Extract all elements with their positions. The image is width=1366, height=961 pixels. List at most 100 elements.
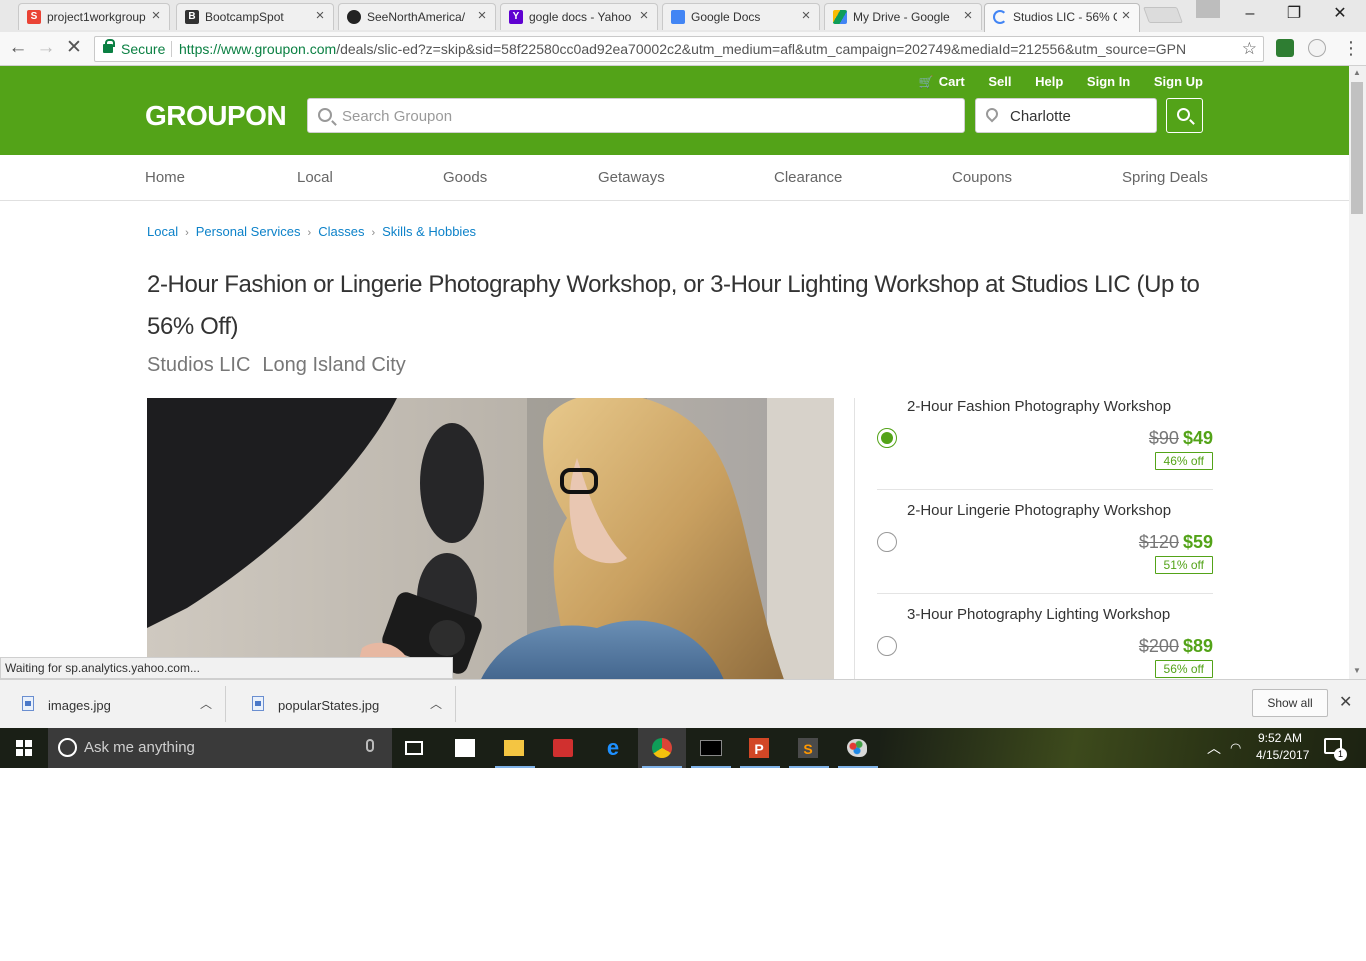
scroll-up-icon[interactable]: ▲ [1353,68,1361,77]
browser-tab[interactable]: My Drive - Google × [824,3,982,30]
search-box[interactable] [307,98,965,133]
breadcrumb-link[interactable]: Classes [318,224,364,239]
task-view-button[interactable] [392,728,440,768]
option-price: $90 $49 [1149,428,1213,449]
taskbar-terminal[interactable] [687,728,735,768]
close-tab-icon[interactable]: × [637,7,651,25]
restore-window-icon[interactable]: ❐ [1272,2,1316,26]
profile-icon[interactable] [1196,0,1220,18]
browser-tab[interactable]: Y gogle docs - Yahoo × [500,3,658,30]
new-tab-button[interactable] [1143,7,1183,23]
location-box[interactable] [975,98,1157,133]
deal-photo[interactable] [147,398,834,679]
option-radio[interactable] [877,636,897,656]
nav-spring-deals[interactable]: Spring Deals [1122,169,1208,186]
browser-tab[interactable]: SeeNorthAmerica/ × [338,3,496,30]
powerpoint-icon: P [749,738,769,758]
address-bar[interactable]: Secure https://www.groupon.com/deals/sli… [94,36,1264,62]
close-tab-icon[interactable]: × [149,7,163,25]
option-radio[interactable] [877,532,897,552]
cart-link[interactable]: Cart [939,74,965,89]
chevron-right-icon: › [307,227,312,239]
close-tab-icon[interactable]: × [799,7,813,25]
taskbar-edge[interactable]: e [589,728,637,768]
show-all-button[interactable]: Show all [1252,689,1328,717]
tab-title: Studios LIC - 56% O [1013,10,1117,24]
close-tab-icon[interactable]: × [313,7,327,25]
tab-title: gogle docs - Yahoo [529,10,632,24]
nav-home[interactable]: Home [145,169,185,186]
wifi-icon[interactable]: ◠ [1230,740,1241,756]
option-radio-selected[interactable] [877,428,897,448]
merchant-location[interactable]: Long Island City [262,354,405,376]
browser-tab[interactable]: B BootcampSpot × [176,3,334,30]
deal-option[interactable]: 2-Hour Lingerie Photography Workshop $12… [877,502,1213,606]
back-arrow-icon[interactable]: ← [6,37,30,61]
nav-coupons[interactable]: Coupons [952,169,1012,186]
groupon-logo[interactable]: GROUPON [145,100,287,132]
chrome-menu-icon[interactable]: ⋮ [1342,38,1360,58]
cart-icon[interactable]: 🛒 [919,75,934,89]
forward-arrow-icon[interactable]: → [34,37,58,61]
taskbar-file-explorer[interactable] [491,728,539,768]
location-input[interactable] [1010,105,1150,127]
stop-loading-icon[interactable]: ✕ [62,37,86,61]
nav-getaways[interactable]: Getaways [598,169,665,186]
extension-icon[interactable] [1276,39,1294,57]
clock-date[interactable]: 4/15/2017 [1256,748,1309,762]
sign-in-link[interactable]: Sign In [1087,74,1130,89]
chevron-up-icon[interactable]: ︿ [200,695,212,712]
taskbar-reader[interactable] [540,728,588,768]
help-link[interactable]: Help [1035,74,1063,89]
option-title: 2-Hour Lingerie Photography Workshop [907,502,1172,519]
breadcrumb-link[interactable]: Skills & Hobbies [382,224,476,239]
download-item[interactable]: images.jpg ︿ [0,686,226,722]
merchant-name[interactable]: Studios LIC [147,354,250,376]
start-button[interactable] [0,728,48,768]
scroll-down-icon[interactable]: ▼ [1353,666,1361,675]
close-tab-icon[interactable]: × [1119,7,1133,25]
nav-clearance[interactable]: Clearance [774,169,842,186]
breadcrumb-link[interactable]: Local [147,224,178,239]
download-item[interactable]: popularStates.jpg ︿ [230,686,456,722]
groupon-header: 🛒 Cart Sell Help Sign In Sign Up GROUPON [0,66,1349,155]
breadcrumb-link[interactable]: Personal Services [196,224,301,239]
nav-goods[interactable]: Goods [443,169,487,186]
taskbar-sublime[interactable]: S [785,728,833,768]
sell-link[interactable]: Sell [988,74,1011,89]
taskbar-paint[interactable] [834,728,882,768]
taskbar-store[interactable] [442,728,490,768]
search-input[interactable] [342,105,942,127]
taskbar-powerpoint[interactable]: P [736,728,784,768]
chevron-up-icon[interactable]: ︿ [1207,738,1221,758]
extension-icon[interactable] [1308,39,1326,57]
browser-tab[interactable]: Google Docs × [662,3,820,30]
microphone-icon[interactable] [366,739,374,752]
browser-toolbar: ← → ✕ Secure https://www.groupon.com/dea… [0,32,1366,66]
terminal-icon [700,740,722,756]
deal-options: 2-Hour Fashion Photography Workshop $90 $… [854,398,1224,679]
close-tab-icon[interactable]: × [475,7,489,25]
chevron-up-icon[interactable]: ︿ [430,695,442,712]
edge-icon: e [606,735,620,760]
close-tab-icon[interactable]: × [961,7,975,25]
scrollbar-thumb[interactable] [1351,82,1363,214]
image-file-icon [252,696,264,711]
minimize-window-icon[interactable]: – [1228,2,1272,26]
cortana-search-box[interactable]: Ask me anything [48,728,392,768]
search-button[interactable] [1166,98,1203,133]
close-icon[interactable]: ✕ [1339,692,1352,712]
nav-local[interactable]: Local [297,169,333,186]
clock-time[interactable]: 9:52 AM [1258,731,1302,745]
browser-tab[interactable]: S project1workgroup × [18,3,170,30]
deal-option[interactable]: 2-Hour Fashion Photography Workshop $90 $… [877,398,1213,502]
bookmark-star-icon[interactable]: ☆ [1242,39,1257,59]
browser-tab-active[interactable]: Studios LIC - 56% O × [984,3,1140,32]
page-scrollbar[interactable]: ▲ ▼ [1349,66,1366,679]
url-text[interactable]: https://www.groupon.com/deals/slic-ed?z=… [179,41,1231,57]
taskbar-chrome[interactable] [638,728,686,768]
close-window-icon[interactable]: ✕ [1318,2,1362,26]
sign-up-link[interactable]: Sign Up [1154,74,1203,89]
search-icon [318,108,332,122]
deal-option[interactable]: 3-Hour Photography Lighting Workshop $20… [877,606,1213,679]
